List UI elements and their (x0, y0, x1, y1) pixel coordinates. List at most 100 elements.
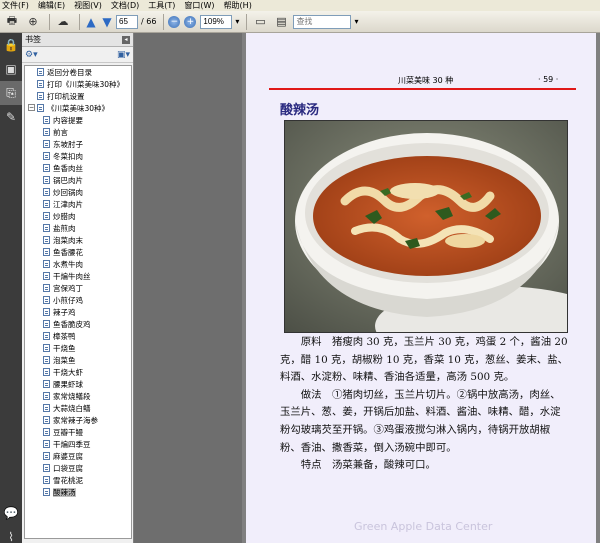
bookmark-label: 家常烧鳝段 (53, 391, 91, 401)
bookmark-icon (43, 139, 50, 148)
menu-document[interactable]: 文档(D) (111, 0, 139, 11)
bookmark-item[interactable]: − 《川菜美味30种》 (25, 102, 131, 114)
bookmark-icon (43, 487, 50, 496)
bookmark-item[interactable]: 冬菜扣肉 (25, 150, 131, 162)
bookmark-item[interactable]: 泡菜肉末 (25, 234, 131, 246)
bookmark-item[interactable]: 小煎仔鸡 (25, 294, 131, 306)
pages-icon[interactable]: ▣ (0, 57, 22, 81)
bookmark-item[interactable]: 炒回锅肉 (25, 186, 131, 198)
menu-window[interactable]: 窗口(W) (184, 0, 214, 11)
bookmark-label: 前言 (53, 127, 68, 137)
bookmark-icon (43, 223, 50, 232)
bookmark-icon (43, 475, 50, 484)
bookmark-icon (43, 247, 50, 256)
document-viewport[interactable]: 川菜美味 30 种 · 59 · 酸辣汤 原料 猪瘦肉 30 克，玉兰片 30 … (242, 33, 600, 543)
bookmark-icon (43, 331, 50, 340)
method-paragraph: 做法 ①猪肉切丝，玉兰片切片。②锅中放高汤，肉丝、玉兰片、葱、姜，开锅后加盐、料… (280, 388, 561, 454)
bookmark-item[interactable]: 鱼香脆皮鸡 (25, 318, 131, 330)
bookmark-item[interactable]: 雪花桃泥 (25, 474, 131, 486)
menu-file[interactable]: 文件(F) (2, 0, 29, 11)
print-icon[interactable]: 🖶 (3, 14, 21, 30)
panel-header: 书签 ◂ (22, 33, 133, 47)
search-input[interactable] (293, 14, 352, 29)
bookmark-item[interactable]: 鱼香腰花 (25, 246, 131, 258)
bookmark-label: 内容提要 (53, 115, 83, 125)
bookmark-item[interactable]: 江津肉片 (25, 198, 131, 210)
previous-page-icon[interactable]: ▲ (84, 15, 98, 29)
bookmark-item[interactable]: 泡菜鱼 (25, 354, 131, 366)
page-number-input[interactable] (116, 14, 138, 29)
bookmark-label: 大蒜烧白鳝 (53, 403, 91, 413)
bookmark-label: 返回分卷目录 (47, 67, 92, 77)
fit-page-icon[interactable]: ▭ (251, 14, 269, 30)
bookmark-label: 口袋豆腐 (53, 463, 83, 473)
bookmark-item[interactable]: 豆瓣干鳗 (25, 426, 131, 438)
zoom-in-icon[interactable]: + (184, 15, 197, 28)
menu-edit[interactable]: 编辑(E) (38, 0, 65, 11)
bookmark-icon (43, 439, 50, 448)
comment-icon[interactable]: ☁ (54, 14, 72, 30)
zoom-dropdown-icon[interactable]: ▾ (235, 17, 239, 26)
bookmark-item[interactable]: 家常辣子海参 (25, 414, 131, 426)
lock-icon[interactable]: 🔒 (0, 33, 22, 57)
bookmark-item[interactable]: 大蒜烧白鳝 (25, 402, 131, 414)
bookmark-label: 宫保鸡丁 (53, 283, 83, 293)
bookmark-icon (37, 103, 44, 112)
bookmark-item[interactable]: 樟茶鸭 (25, 330, 131, 342)
bookmark-icon (43, 187, 50, 196)
next-page-icon[interactable]: ▼ (100, 15, 114, 29)
menu-tools[interactable]: 工具(T) (148, 0, 175, 11)
options-icon[interactable]: ⚙▾ (25, 50, 38, 60)
comments-icon[interactable]: 💬 (0, 501, 22, 525)
bookmark-item[interactable]: 水煮牛肉 (25, 258, 131, 270)
bookmark-icon (43, 127, 50, 136)
page-total: / 66 (141, 17, 157, 26)
bookmark-item[interactable]: 打印机设置 (25, 90, 131, 102)
bookmark-item[interactable]: 打印《川菜美味30种》 (25, 78, 131, 90)
attachment-icon[interactable]: ⌇ (0, 525, 22, 543)
bookmark-item[interactable]: 炒腊肉 (25, 210, 131, 222)
bookmark-item[interactable]: 锅巴肉片 (25, 174, 131, 186)
menu-view[interactable]: 视图(V) (74, 0, 102, 11)
bookmark-item[interactable]: 辣子鸡 (25, 306, 131, 318)
signatures-icon[interactable]: ✎ (0, 105, 22, 129)
bookmark-item[interactable]: 鱼香肉丝 (25, 162, 131, 174)
bookmark-item[interactable]: 盐煎肉 (25, 222, 131, 234)
bookmark-item[interactable]: 返回分卷目录 (25, 66, 131, 78)
bookmark-item[interactable]: 前言 (25, 126, 131, 138)
bookmark-item[interactable]: 内容提要 (25, 114, 131, 126)
share-icon[interactable]: ⊕ (24, 14, 42, 30)
bookmark-item[interactable]: 干烧鱼 (25, 342, 131, 354)
bookmark-item[interactable]: 宫保鸡丁 (25, 282, 131, 294)
bookmark-label: 麻婆豆腐 (53, 451, 83, 461)
bookmark-item[interactable]: 腰果虾球 (25, 378, 131, 390)
bookmark-label: 雪花桃泥 (53, 475, 83, 485)
collapse-toggle-icon[interactable]: − (28, 103, 35, 111)
panel-splitter[interactable] (134, 33, 242, 543)
bookmark-item[interactable]: 家常烧鳝段 (25, 390, 131, 402)
bookmark-item[interactable]: 麻婆豆腐 (25, 450, 131, 462)
bookmark-item[interactable]: 口袋豆腐 (25, 462, 131, 474)
fit-width-icon[interactable]: ▤ (272, 14, 290, 30)
search-dropdown-icon[interactable]: ▾ (354, 17, 358, 26)
running-header: 川菜美味 30 种 (398, 76, 454, 85)
bookmark-item[interactable]: 东坡肘子 (25, 138, 131, 150)
bookmark-item[interactable]: 干煸四季豆 (25, 438, 131, 450)
bookmark-item[interactable]: 酸辣汤 (25, 486, 131, 498)
bookmark-item[interactable]: 干煸牛肉丝 (25, 270, 131, 282)
bookmark-label: 干烧鱼 (53, 343, 76, 353)
navigation-strip: 🔒 ▣ ⎘ ✎ 💬 ⌇ (0, 33, 22, 543)
bookmark-label: 豆瓣干鳗 (53, 427, 83, 437)
zoom-out-icon[interactable]: − (168, 15, 181, 28)
bookmark-label: 干煸牛肉丝 (53, 271, 91, 281)
ingredients-paragraph: 原料 猪瘦肉 30 克，玉兰片 30 克，鸡蛋 2 个，酱油 20 克，醋 10… (280, 336, 569, 384)
zoom-input[interactable] (200, 14, 233, 29)
bookmarks-icon[interactable]: ⎘ (0, 81, 22, 105)
menu-help[interactable]: 帮助(H) (224, 0, 252, 11)
page-number: · 59 · (538, 75, 559, 84)
collapse-panel-icon[interactable]: ◂ (122, 35, 130, 44)
bookmark-item[interactable]: 干烧大虾 (25, 366, 131, 378)
feature-paragraph: 特点 汤菜兼备，酸辣可口。 (300, 459, 436, 472)
bookmark-icon (43, 463, 50, 472)
new-bookmark-icon[interactable]: ▣▾ (117, 50, 130, 60)
